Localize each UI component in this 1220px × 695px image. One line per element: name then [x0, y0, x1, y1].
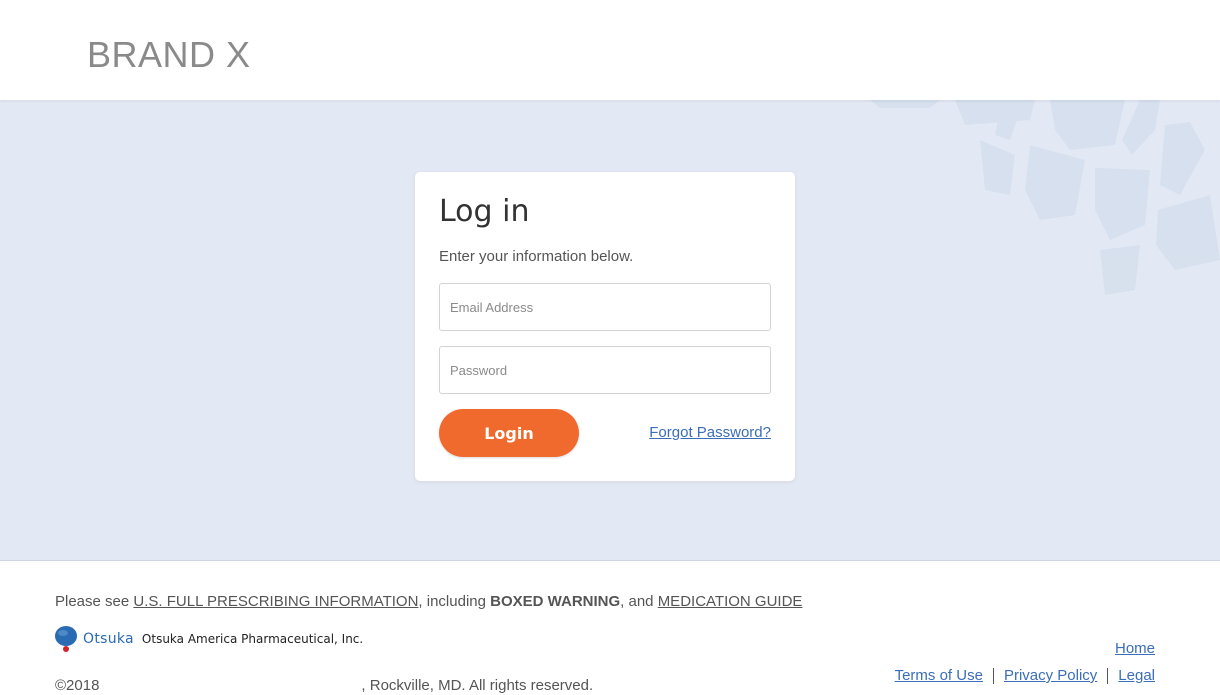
pi-prefix: Please see	[55, 593, 134, 610]
copyright-year: ©2018	[55, 677, 100, 694]
otsuka-logo-icon	[55, 626, 77, 652]
copyright-line: ©2018 , Rockville, MD. All rights reserve…	[55, 669, 594, 695]
forgot-password-link[interactable]: Forgot Password?	[649, 424, 771, 441]
legal-link[interactable]: Legal	[1118, 667, 1155, 684]
terms-of-use-link[interactable]: Terms of Use	[895, 667, 983, 684]
pi-and: , and	[620, 593, 658, 610]
login-button[interactable]: Login	[439, 409, 579, 457]
site-footer: Please see U.S. FULL PRESCRIBING INFORMA…	[0, 561, 1220, 695]
footer-links: Terms of Use Privacy Policy Legal	[895, 667, 1155, 684]
boxed-warning-text: BOXED WARNING	[490, 593, 621, 610]
otsuka-company-name: Otsuka America Pharmaceutical, Inc.	[141, 632, 364, 646]
login-title: Log in	[439, 194, 530, 229]
copyright-text: , Rockville, MD. All rights reserved.	[361, 677, 594, 694]
pi-mid: , including	[418, 593, 491, 610]
login-card: Log in Enter your information below. Log…	[415, 172, 795, 481]
otsuka-wordmark: Otsuka	[83, 631, 134, 647]
privacy-policy-link[interactable]: Privacy Policy	[1004, 667, 1097, 684]
prescribing-info-line: Please see U.S. FULL PRESCRIBING INFORMA…	[55, 593, 802, 610]
site-header: BRAND X	[0, 0, 1220, 100]
brand-logo[interactable]: BRAND X	[87, 34, 251, 76]
otsuka-logo: Otsuka Otsuka America Pharmaceutical, In…	[55, 623, 363, 655]
email-field[interactable]	[439, 283, 771, 331]
decorative-pattern-icon	[870, 100, 1220, 295]
link-divider	[992, 667, 994, 684]
link-divider	[1107, 667, 1109, 684]
login-subtitle: Enter your information below.	[439, 248, 634, 265]
password-field[interactable]	[439, 346, 771, 394]
prescribing-info-link[interactable]: U.S. FULL PRESCRIBING INFORMATION	[133, 593, 418, 610]
redacted-region	[99, 669, 362, 695]
medication-guide-link[interactable]: MEDICATION GUIDE	[658, 593, 803, 610]
home-link[interactable]: Home	[1115, 640, 1155, 657]
